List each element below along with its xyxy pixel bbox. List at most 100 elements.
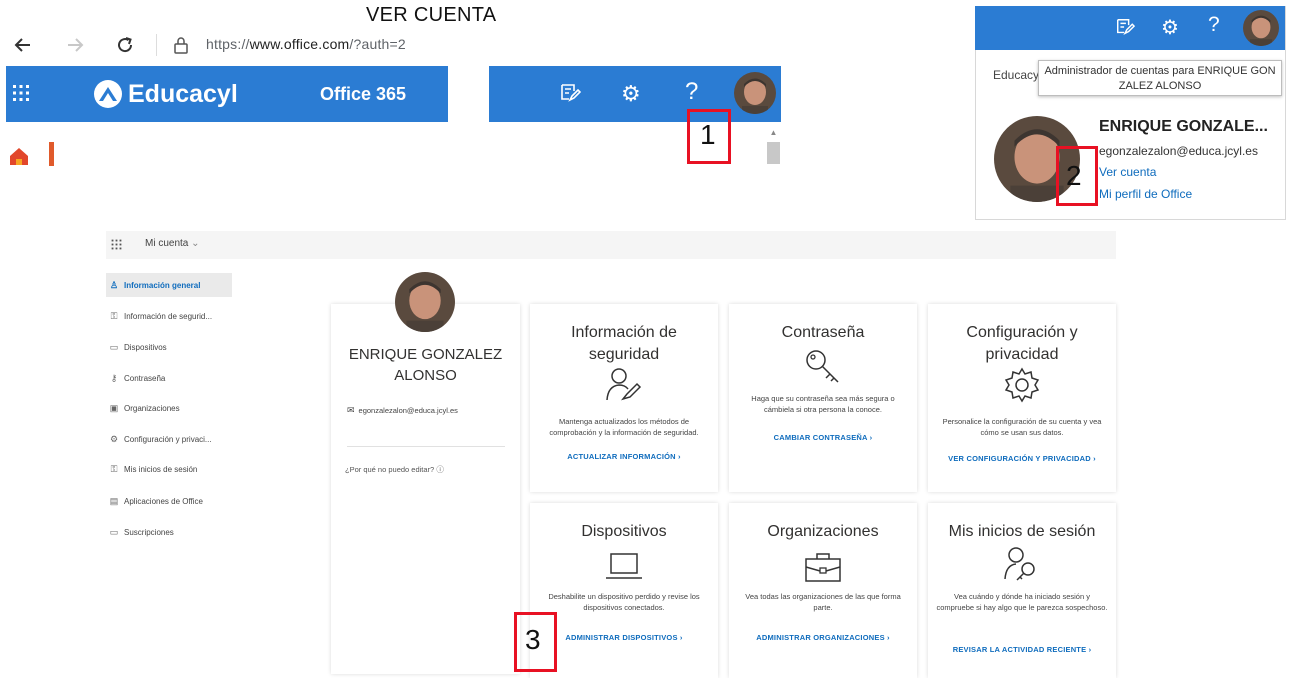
card-title-line1: Mis inicios de sesión (948, 523, 1096, 540)
card-title: Organizaciones (729, 521, 917, 543)
sidebar-item-gear[interactable]: ⚙ Configuración y privaci... (106, 427, 232, 451)
mail-icon: ✉ (347, 405, 355, 415)
card-gear: Configuración y privacidad Personalice la … (928, 304, 1116, 492)
profile-email: egonzalezalon@educa.jcyl.es (358, 406, 458, 415)
reload-button[interactable] (114, 34, 136, 56)
sidebar-item-briefcase[interactable]: ▣ Organizaciones (106, 396, 232, 420)
card-title: Configuración y privacidad (928, 322, 1116, 366)
sidebar-item-label: Configuración y privaci... (124, 434, 212, 444)
card-title-line1: Dispositivos (581, 523, 667, 540)
card-description: Deshabilite un dispositivo perdido y rev… (548, 592, 700, 612)
avatar[interactable] (1243, 10, 1279, 46)
card-action-link[interactable]: REVISAR LA ACTIVIDAD RECIENTE › (928, 645, 1116, 654)
brand-name[interactable]: Educacyl (128, 80, 238, 109)
step-2-number: 2 (1066, 160, 1082, 191)
security-info-icon (605, 366, 643, 402)
card-title: Contraseña (729, 322, 917, 344)
step-3-number: 3 (525, 624, 541, 655)
card-title-line1: Organizaciones (767, 523, 879, 540)
settings-gear-icon[interactable]: ⚙ (1161, 15, 1179, 40)
feedback-icon[interactable] (1115, 17, 1135, 37)
sidebar-item-label: Aplicaciones de Office (124, 496, 204, 506)
sidebar-item-key[interactable]: ⚷ Contraseña (106, 366, 232, 390)
divider (347, 446, 505, 447)
card-title-line1: Información de (571, 324, 677, 341)
card-description: Vea cuándo y dónde ha iniciado sesión y … (936, 592, 1108, 612)
app-launcher-icon[interactable] (111, 239, 122, 250)
url-domain: www.office.com (249, 36, 350, 52)
view-account-link[interactable]: Ver cuenta (1099, 165, 1156, 179)
why-cant-edit-link[interactable]: ¿Por qué no puedo editar? ⓘ (345, 464, 444, 475)
sidebar-item-subscription[interactable]: ▭ Suscripciones (106, 520, 232, 544)
card-action-link[interactable]: CAMBIAR CONTRASEÑA › (729, 433, 917, 442)
profile-name: ENRIQUE GONZALEZ ALONSO (331, 344, 520, 386)
laptop-icon (604, 551, 644, 581)
info-icon: ⓘ (436, 465, 444, 474)
card-title-line1: Configuración y (966, 324, 1078, 341)
my-account-label: Mi cuenta (145, 238, 189, 249)
app-bar-marker (49, 142, 54, 166)
card-action-link[interactable]: ADMINISTRAR DISPOSITIVOS › (530, 633, 718, 642)
card-title-line1: Contraseña (781, 324, 865, 341)
chevron-down-icon: ⌄ (191, 238, 200, 249)
card-action-link[interactable]: ADMINISTRAR ORGANIZACIONES › (729, 633, 917, 642)
help-icon[interactable]: ? (685, 78, 698, 106)
sidebar-item-laptop[interactable]: ▭ Dispositivos (106, 335, 232, 359)
security-info-icon: ⚿ (110, 310, 118, 321)
account-name: ENRIQUE GONZALE... (1099, 118, 1268, 135)
laptop-icon: ▭ (109, 341, 119, 352)
sidebar-item-apps[interactable]: ▤ Aplicaciones de Office (106, 489, 232, 513)
gear-icon (1003, 366, 1041, 404)
profile-photo (395, 272, 455, 332)
subscription-icon: ▭ (109, 526, 119, 537)
account-email: egonzalezalon@educa.jcyl.es (1099, 144, 1258, 158)
profile-email-row: ✉ egonzalezalon@educa.jcyl.es (347, 405, 458, 416)
card-key: Contraseña Haga que su contraseña sea más… (729, 304, 917, 492)
my-account-title[interactable]: Mi cuenta ⌄ (145, 238, 200, 249)
feedback-icon[interactable] (559, 82, 581, 104)
avatar[interactable] (734, 72, 776, 114)
home-icon[interactable] (8, 146, 30, 166)
address-bar[interactable]: https://www.office.com/?auth=2 (206, 36, 406, 52)
sidebar-item-label: Dispositivos (124, 342, 167, 352)
sidebar-item-security-info[interactable]: ⚿ Información de segurid... (106, 304, 232, 328)
forward-arrow-icon (68, 38, 84, 52)
gear-icon: ⚙ (109, 433, 119, 444)
back-button[interactable] (12, 34, 34, 56)
sidebar-item-label: Organizaciones (124, 403, 180, 413)
card-laptop: Dispositivos Deshabilite un dispositivo p… (530, 503, 718, 678)
sidebar-item-label: Mis inicios de sesión (124, 464, 198, 474)
scrollbar-thumb[interactable] (767, 142, 780, 164)
sidebar-item-label: Información de segurid... (124, 311, 213, 321)
office-profile-link[interactable]: Mi perfil de Office (1099, 187, 1192, 201)
card-description: Vea todas las organizaciones de las que … (745, 592, 901, 612)
key-icon (804, 348, 842, 386)
header-actions: ⚙ ? (489, 66, 781, 122)
card-description: Personalice la configuración de su cuent… (942, 417, 1102, 437)
lock-icon (173, 36, 189, 54)
card-action-link[interactable]: ACTUALIZAR INFORMACIÓN › (530, 452, 718, 461)
sidebar-item-person[interactable]: ♙ Información general (106, 273, 232, 297)
card-title-line2: seguridad (588, 346, 660, 363)
apps-icon: ▤ (109, 495, 119, 506)
card-description: Mantenga actualizados los métodos de com… (549, 417, 699, 437)
educacyl-logo-icon (92, 79, 124, 109)
reload-icon (118, 37, 133, 53)
card-description: Haga que su contraseña sea más segura o … (751, 394, 895, 414)
card-action-link[interactable]: VER CONFIGURACIÓN Y PRIVACIDAD › (928, 454, 1116, 463)
product-name[interactable]: Office 365 (320, 84, 406, 105)
app-launcher-icon[interactable] (12, 84, 30, 102)
page-title: VER CUENTA (366, 4, 497, 26)
profile-name-line2: ALONSO (394, 367, 457, 384)
settings-gear-icon[interactable]: ⚙ (621, 81, 641, 107)
account-manager-tooltip: Administrador de cuentas para ENRIQUE GO… (1038, 60, 1282, 96)
org-name: Educacy (993, 68, 1040, 82)
app-header: Educacyl Office 365 (6, 66, 448, 122)
help-icon[interactable]: ? (1208, 13, 1220, 37)
profile-card: ENRIQUE GONZALEZ ALONSO ✉ egonzalezalon@e… (331, 272, 520, 674)
scroll-up-icon[interactable]: ▲ (767, 128, 780, 137)
briefcase-icon: ▣ (109, 402, 119, 413)
forward-button[interactable] (64, 34, 86, 56)
step-1-number: 1 (700, 119, 716, 150)
sidebar-item-signin[interactable]: ⚿ Mis inicios de sesión (106, 457, 232, 481)
